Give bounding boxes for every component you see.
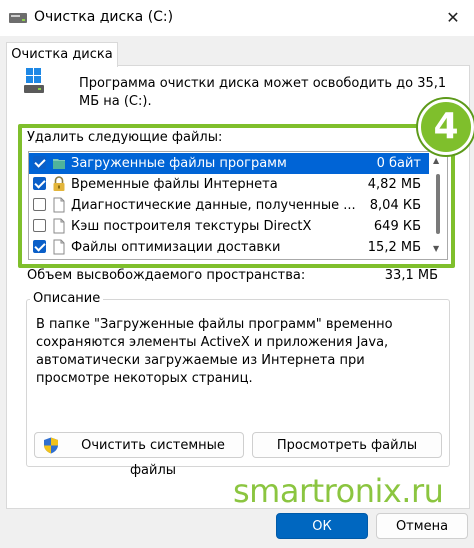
file-size: 649 КБ [373,219,421,234]
list-item-diagnostic-data[interactable]: Диагностические данные, полученные ... 8… [29,195,429,216]
list-item-delivery-optimization-files[interactable]: Файлы оптимизации доставки 15,2 МБ [29,237,429,258]
title-bar: Очистка диска (C:) ✕ [0,0,474,36]
scrollbar-thumb[interactable] [436,174,440,234]
file-icon [53,239,65,255]
shield-icon [44,437,58,454]
clean-system-files-label: Очистить системные файлы [81,438,225,478]
file-size: 0 байт [376,156,421,171]
files-list[interactable]: Загруженные файлы программ 0 байт Времен… [28,151,448,260]
scroll-down-icon[interactable]: ▼ [433,244,439,253]
file-size: 8,04 КБ [369,198,421,213]
close-icon: ✕ [446,8,460,27]
file-icon [53,218,65,234]
file-name: Диагностические данные, полученные ... [71,198,356,213]
freed-space-value: 33,1 МБ [384,268,438,283]
checkbox[interactable] [33,240,46,253]
checkbox[interactable] [33,219,46,232]
file-icon [53,197,65,213]
files-to-delete-label: Удалить следующие файлы: [27,130,223,145]
intro-text: Программа очистки диска может освободить… [79,76,447,109]
view-files-button[interactable]: Просмотреть файлы [252,432,442,458]
file-name: Временные файлы Интернета [71,177,278,192]
checkbox[interactable] [33,177,46,190]
freed-space-label: Объем высвобождаемого пространства: [27,268,306,283]
file-size: 15,2 МБ [367,240,421,255]
disk-cleanup-app-icon [9,13,27,23]
clean-system-files-button[interactable]: Очистить системные файлы [34,432,244,478]
drive-icon [24,68,44,93]
ok-button[interactable]: ОК [276,513,368,539]
tab-disk-cleanup[interactable]: Очистка диска [6,42,118,67]
list-item-downloaded-program-files[interactable]: Загруженные файлы программ 0 байт [29,153,429,174]
list-item-directx-shader-cache[interactable]: Кэш построителя текстуры DirectX 649 КБ [29,216,429,237]
close-button[interactable]: ✕ [440,6,466,30]
file-size: 4,82 МБ [367,177,421,192]
list-item-temporary-internet-files[interactable]: Временные файлы Интернета 4,82 МБ [29,174,429,195]
window-title: Очистка диска (C:) [34,9,174,25]
file-name: Файлы оптимизации доставки [71,240,281,255]
lock-icon [53,176,65,191]
checkbox[interactable] [33,198,46,211]
file-name: Кэш построителя текстуры DirectX [71,219,312,234]
description-text: В папке "Загруженные файлы программ" вре… [36,317,393,386]
checkbox[interactable] [33,156,46,169]
description-legend: Описание [30,291,104,306]
files-list-scrollbar[interactable]: ▲ ▼ [431,152,445,257]
cancel-button[interactable]: Отмена [376,513,468,539]
step-number-badge: 4 [418,99,474,155]
file-name: Загруженные файлы программ [71,156,287,171]
site-watermark: smartronix.ru [233,472,444,510]
folder-icon [53,159,65,169]
scroll-up-icon[interactable]: ▲ [433,156,439,165]
